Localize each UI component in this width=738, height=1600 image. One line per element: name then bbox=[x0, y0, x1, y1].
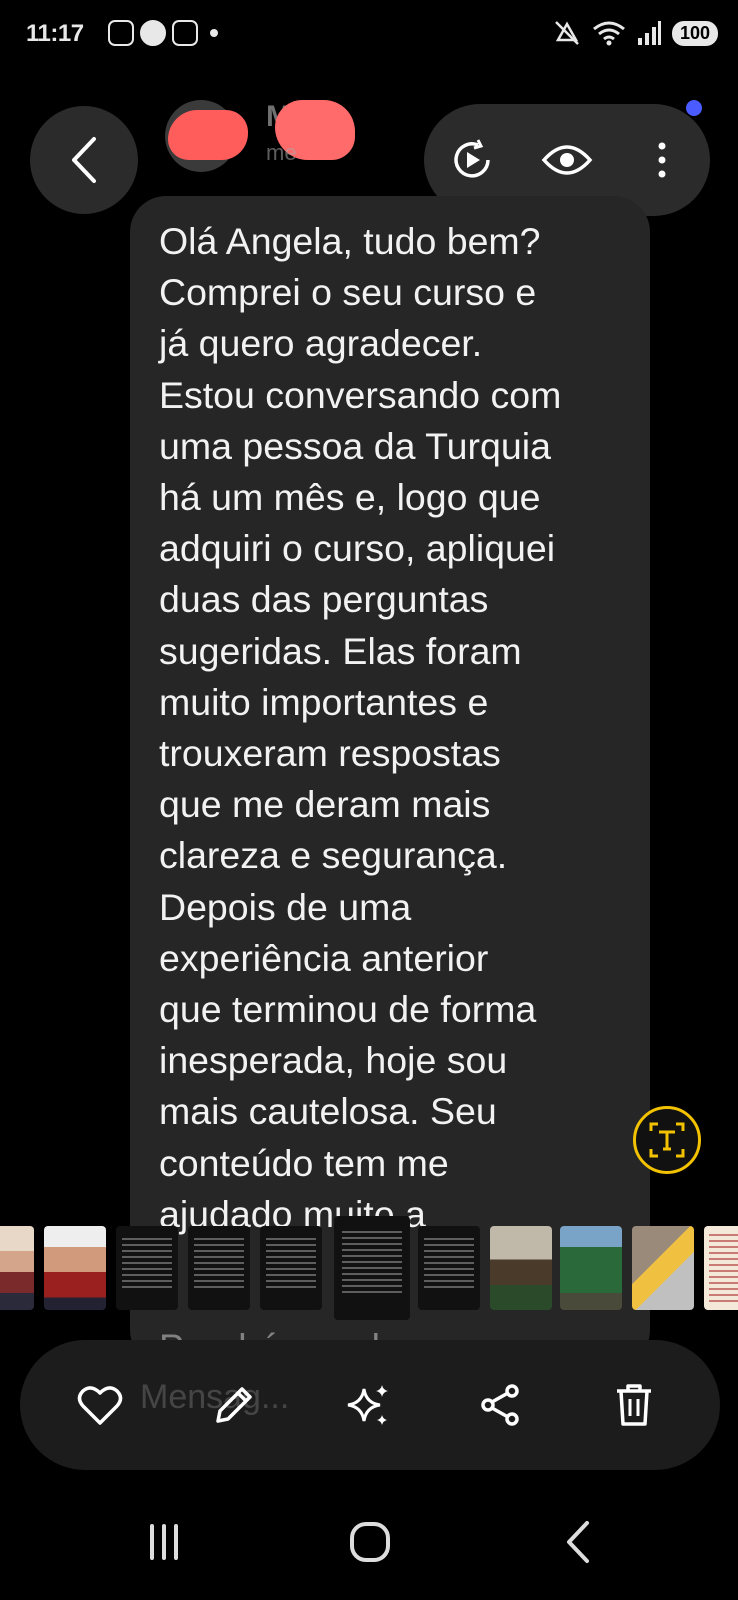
bottom-action-bar: Mensag... bbox=[20, 1340, 720, 1470]
thumbnail[interactable] bbox=[560, 1226, 622, 1310]
thumbnail[interactable] bbox=[0, 1226, 34, 1310]
pencil-icon bbox=[216, 1387, 252, 1423]
more-notifications-icon bbox=[210, 29, 218, 37]
thumbnail-strip bbox=[0, 1216, 738, 1320]
home-button[interactable] bbox=[340, 1512, 400, 1572]
redaction-mark bbox=[168, 110, 248, 160]
more-options-button[interactable] bbox=[632, 130, 692, 190]
thumbnail[interactable] bbox=[188, 1226, 250, 1310]
message-text: Olá Angela, tudo bem? Comprei o seu curs… bbox=[159, 220, 562, 1235]
text-extract-icon bbox=[649, 1122, 685, 1158]
back-nav-icon bbox=[567, 1521, 589, 1563]
back-nav-button[interactable] bbox=[548, 1512, 608, 1572]
ai-edit-button[interactable] bbox=[340, 1377, 396, 1433]
status-time: 11:17 bbox=[26, 20, 84, 47]
recent-apps-button[interactable] bbox=[134, 1512, 194, 1572]
more-icon bbox=[658, 142, 666, 178]
home-icon bbox=[350, 1522, 390, 1562]
thumbnail[interactable] bbox=[632, 1226, 694, 1310]
share-button[interactable] bbox=[472, 1377, 528, 1433]
screenshot-icon bbox=[108, 20, 134, 46]
motion-photo-icon bbox=[453, 139, 490, 178]
status-system-icons: 100 bbox=[552, 20, 718, 46]
status-bar: 11:17 100 bbox=[0, 0, 738, 72]
camera-icon bbox=[140, 20, 166, 46]
system-navigation-bar bbox=[0, 1490, 738, 1600]
chevron-left-icon bbox=[72, 137, 96, 183]
view-button[interactable] bbox=[537, 130, 597, 190]
trash-icon bbox=[617, 1384, 651, 1426]
thumbnail[interactable] bbox=[490, 1226, 552, 1310]
notification-dot bbox=[686, 100, 702, 116]
heart-icon bbox=[77, 1386, 123, 1425]
thumbnail[interactable] bbox=[116, 1226, 178, 1310]
thumbnail[interactable] bbox=[44, 1226, 106, 1310]
instagram-icon bbox=[172, 20, 198, 46]
contact-subtitle: me bbox=[266, 140, 297, 165]
thumbnail[interactable] bbox=[260, 1226, 322, 1310]
share-icon bbox=[481, 1384, 519, 1426]
delete-button[interactable] bbox=[606, 1377, 662, 1433]
mute-icon bbox=[555, 21, 579, 45]
back-button[interactable] bbox=[30, 106, 138, 214]
thumbnail[interactable] bbox=[704, 1226, 738, 1310]
edit-button[interactable] bbox=[206, 1377, 262, 1433]
status-notification-icons bbox=[108, 20, 218, 46]
eye-icon bbox=[541, 145, 593, 175]
sparkle-icon bbox=[347, 1385, 388, 1425]
thumbnail-selected[interactable] bbox=[334, 1216, 410, 1320]
recent-apps-icon bbox=[150, 1524, 178, 1560]
thumbnail[interactable] bbox=[418, 1226, 480, 1310]
favorite-button[interactable] bbox=[72, 1377, 128, 1433]
message-bubble: Olá Angela, tudo bem? Comprei o seu curs… bbox=[130, 196, 650, 1366]
battery-indicator: 100 bbox=[671, 20, 718, 46]
extract-text-button[interactable] bbox=[633, 1106, 701, 1174]
wifi-icon bbox=[593, 21, 625, 46]
motion-photo-button[interactable] bbox=[442, 130, 502, 190]
signal-icon bbox=[637, 21, 661, 45]
